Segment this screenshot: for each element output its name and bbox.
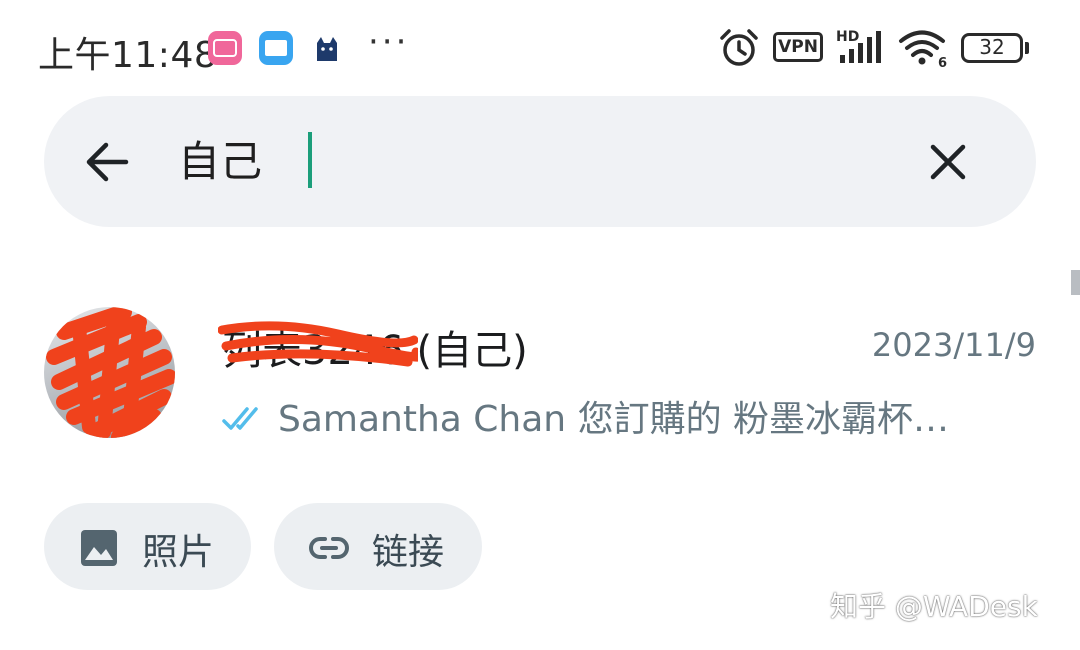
svg-text:6: 6: [938, 56, 947, 68]
redaction-scribble: [218, 321, 418, 367]
filter-label: 链接: [372, 532, 445, 573]
mail-icon: [259, 31, 293, 65]
search-bar: 自己: [44, 96, 1036, 227]
close-icon[interactable]: [918, 132, 978, 192]
text-cursor: [308, 132, 312, 188]
status-time: 上午11:48: [38, 35, 218, 76]
image-icon: [81, 530, 117, 566]
link-icon: [309, 537, 349, 559]
signal-icon: HD: [836, 28, 888, 70]
redaction-scribble: [46, 307, 175, 438]
chat-date: 2023/11/9: [871, 326, 1036, 364]
svg-text:HD: HD: [836, 29, 859, 45]
filter-chip-links[interactable]: 链接: [274, 503, 482, 590]
filter-chip-photos[interactable]: 照片: [44, 503, 251, 590]
watermark: 知乎 @WADesk: [830, 590, 1038, 623]
cat-icon: [310, 31, 344, 65]
filter-label: 照片: [142, 532, 215, 573]
vpn-icon: VPN: [773, 32, 823, 62]
back-arrow-icon[interactable]: [78, 132, 138, 192]
wifi-icon: 6: [898, 28, 950, 72]
bilibili-icon: [208, 31, 242, 65]
status-bar: 上午11:48 ··· VPN HD 6 32: [0, 0, 1080, 95]
chat-list-item[interactable]: 列表3246 (自己) 2023/11/9 Samantha Chan 您訂購的…: [0, 290, 1080, 450]
double-check-icon: [222, 407, 258, 430]
message-preview-text: Samantha Chan 您訂購的 粉墨冰霸杯…: [278, 399, 950, 440]
message-preview: Samantha Chan 您訂購的 粉墨冰霸杯…: [222, 390, 1022, 442]
search-input[interactable]: 自己: [178, 132, 262, 192]
avatar: [44, 307, 175, 438]
battery-icon: 32: [961, 33, 1023, 63]
more-notifications-icon: ···: [368, 22, 410, 62]
battery-tip: [1025, 42, 1029, 54]
alarm-icon: [718, 28, 760, 72]
